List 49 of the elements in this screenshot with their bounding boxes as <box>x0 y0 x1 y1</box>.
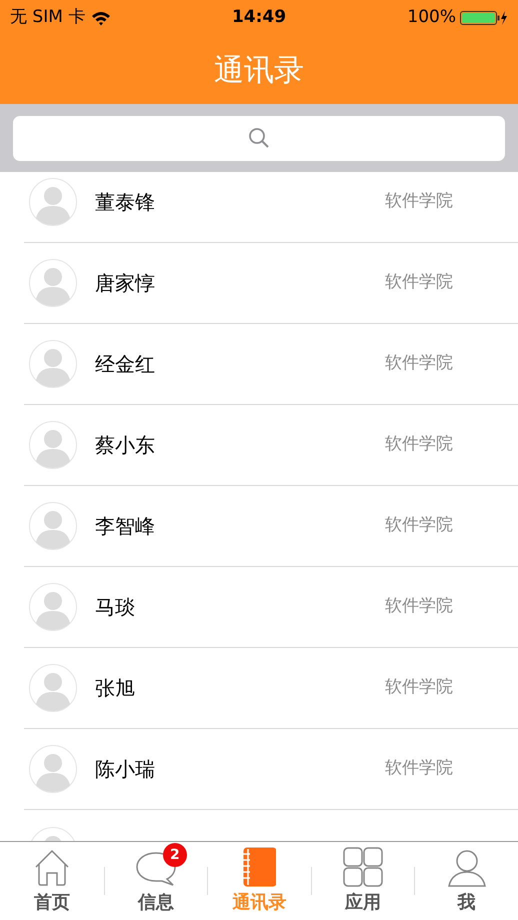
tab-item[interactable]: 首页 <box>0 842 104 920</box>
carrier-label: 无 SIM 卡 <box>10 6 86 30</box>
department-label: 软件学院 <box>385 595 453 618</box>
contact-row[interactable]: 李智峰 软件学院 <box>24 486 518 567</box>
tab-item[interactable]: 我 <box>415 842 518 920</box>
department-label: 软件学院 <box>385 433 453 456</box>
department-label: 软件学院 <box>385 190 453 214</box>
avatar-icon <box>29 745 77 793</box>
avatar-icon <box>29 178 77 226</box>
avatar-icon <box>29 583 77 631</box>
department-label: 软件学院 <box>385 757 453 780</box>
contact-name: 马琰 <box>95 594 136 621</box>
department-label: 软件学院 <box>385 271 453 294</box>
avatar-icon <box>29 421 77 469</box>
unread-badge: 2 <box>162 843 187 867</box>
contact-name: 唐家惇 <box>95 270 156 297</box>
contact-row[interactable]: 马琰 软件学院 <box>24 567 518 648</box>
contact-row[interactable]: 张旭 软件学院 <box>24 648 518 729</box>
contact-name: 李智峰 <box>95 513 156 540</box>
avatar-icon <box>29 664 77 712</box>
tab-item[interactable]: 2 信息 <box>104 842 208 920</box>
search-field[interactable] <box>13 116 505 160</box>
notebook-icon <box>242 847 276 887</box>
department-label: 软件学院 <box>385 676 453 700</box>
house-icon <box>34 849 70 887</box>
avatar-icon <box>29 259 77 307</box>
avatar-icon <box>29 502 77 550</box>
tab-item[interactable]: 应用 <box>312 842 414 920</box>
contact-name: 张旭 <box>95 675 136 702</box>
page-title: 通讯录 <box>214 52 304 90</box>
grid-icon <box>343 847 384 887</box>
contact-row[interactable]: 陈小瑞 软件学院 <box>24 729 518 810</box>
contact-row[interactable]: 蔡小东 软件学院 <box>24 405 518 486</box>
person-icon <box>446 849 487 887</box>
battery-percent: 100% <box>407 6 456 30</box>
clock: 14:49 <box>232 6 286 30</box>
contact-row[interactable]: 董泰锋 软件学院 <box>24 172 518 243</box>
department-label: 软件学院 <box>385 352 453 376</box>
contact-name: 蔡小东 <box>95 432 156 459</box>
wifi-icon <box>91 10 112 26</box>
contact-name: 董泰锋 <box>95 189 156 216</box>
search-icon <box>248 127 270 149</box>
battery-icon <box>460 10 508 26</box>
avatar-icon <box>29 340 77 388</box>
contact-name: 陈小瑞 <box>95 756 156 783</box>
contact-row[interactable]: 经金红 软件学院 <box>24 324 518 405</box>
contact-row[interactable]: 唐家惇 软件学院 <box>24 243 518 324</box>
department-label: 软件学院 <box>385 514 453 538</box>
contact-name: 经金红 <box>95 351 156 378</box>
